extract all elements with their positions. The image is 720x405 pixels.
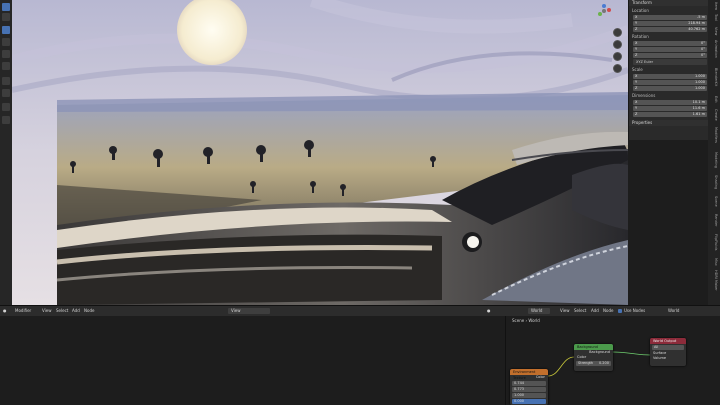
- world-output-target-select[interactable]: All: [652, 345, 684, 350]
- world-output-volume: Volume: [653, 356, 667, 360]
- strength-label: Strength: [578, 361, 594, 365]
- texture-field-2[interactable]: 0.773: [512, 387, 546, 392]
- world-output-title: World Output: [650, 338, 686, 344]
- texture-field-4[interactable]: 0.000: [512, 399, 546, 404]
- world-output-node[interactable]: World Output All Surface Volume: [650, 338, 686, 366]
- texture-field-3[interactable]: 1.000: [512, 393, 546, 398]
- environment-texture-node[interactable]: Environment Texture Color 0.744 0.773 1.…: [510, 369, 548, 405]
- background-node[interactable]: Background Background Color Strength 0.2…: [574, 344, 613, 371]
- strength-value: 0.200: [598, 361, 609, 365]
- background-color-label: Color: [577, 355, 587, 359]
- texture-field-1[interactable]: 0.744: [512, 381, 546, 386]
- background-strength-field[interactable]: Strength 0.200: [576, 361, 611, 366]
- texture-output-color: Color: [535, 375, 545, 379]
